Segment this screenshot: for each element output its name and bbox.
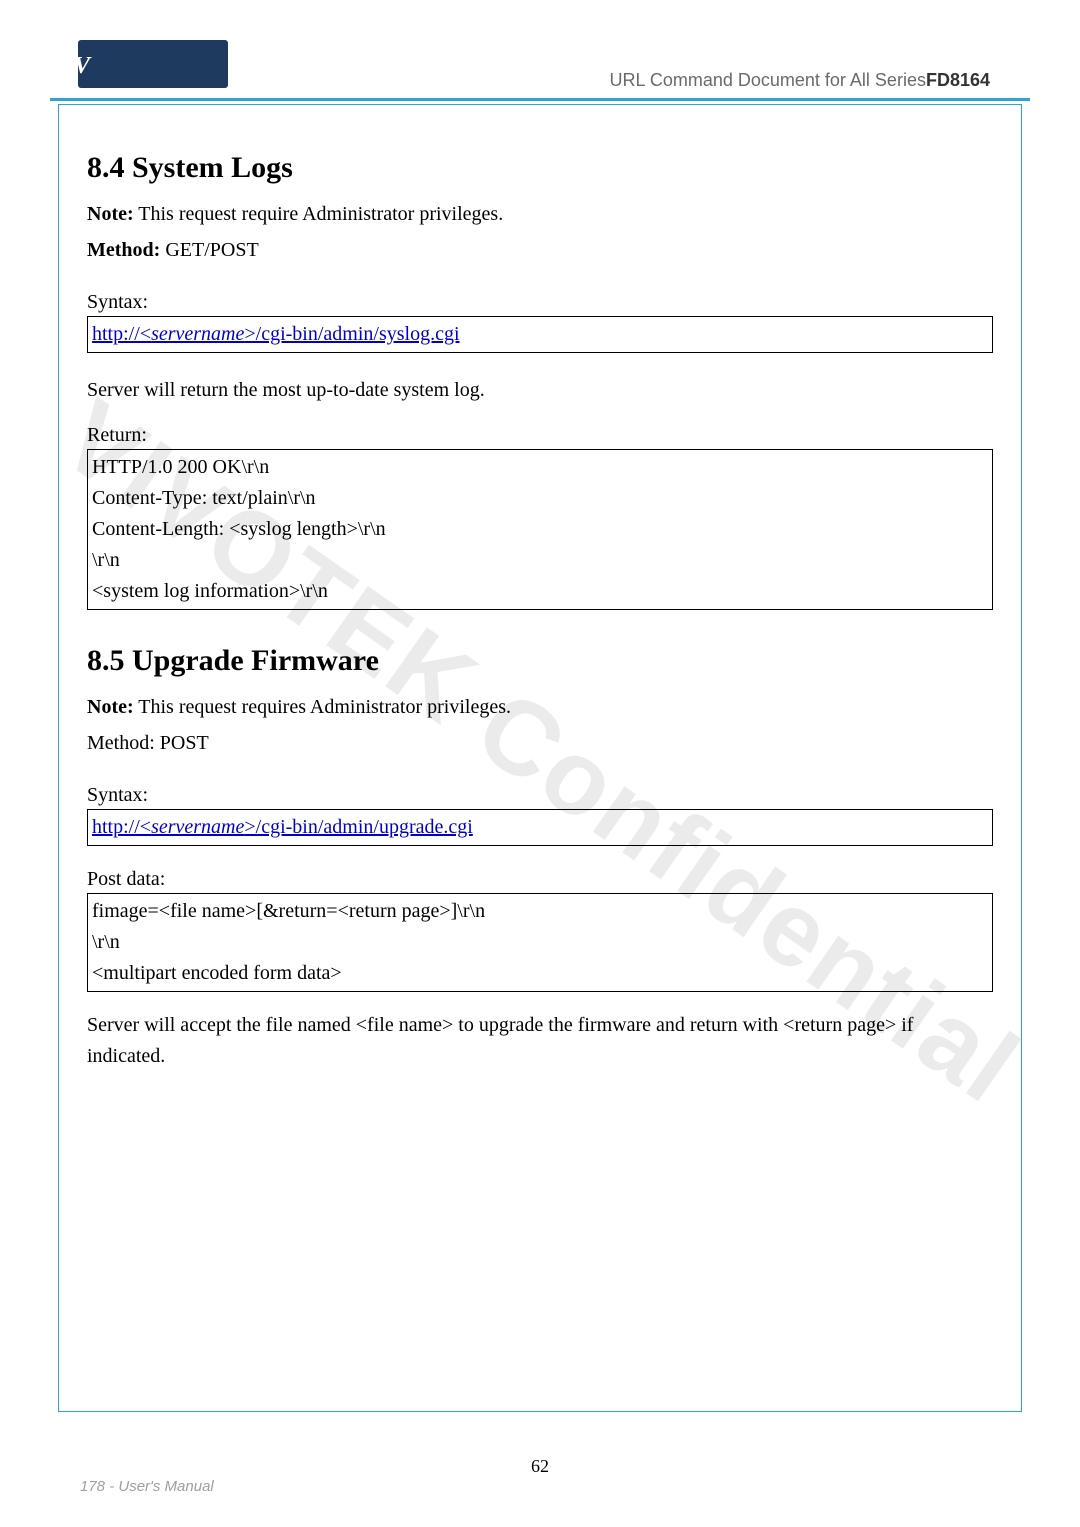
note-label: Note: — [87, 696, 134, 718]
section-heading-system-logs: 8.4 System Logs — [87, 151, 993, 185]
url-suffix: >/cgi-bin/admin/upgrade.cgi — [244, 816, 472, 838]
system-logs-method: Method: GET/POST — [87, 235, 993, 265]
footer-left: 178 - User's Manual — [80, 1478, 214, 1495]
upgrade-footer-text: Server will accept the file named <file … — [87, 1010, 993, 1072]
return-line: \r\n — [92, 545, 988, 576]
return-line: <system log information>\r\n — [92, 576, 988, 607]
header-title-prefix: URL Command Document for All Series — [610, 70, 926, 90]
return-line: Content-Type: text/plain\r\n — [92, 483, 988, 514]
url-suffix: >/cgi-bin/admin/syslog.cgi — [244, 323, 459, 345]
system-logs-return-box: HTTP/1.0 200 OK\r\n Content-Type: text/p… — [87, 449, 993, 610]
system-logs-syntax-url[interactable]: http://<servername>/cgi-bin/admin/syslog… — [92, 323, 460, 345]
upgrade-syntax-box: http://<servername>/cgi-bin/admin/upgrad… — [87, 809, 993, 846]
method-value: GET/POST — [160, 239, 258, 261]
upgrade-postdata-label: Post data: — [87, 868, 993, 891]
upgrade-syntax-url[interactable]: http://<servername>/cgi-bin/admin/upgrad… — [92, 816, 473, 838]
page-header-title: URL Command Document for All SeriesFD816… — [610, 70, 991, 91]
brand-logo — [78, 40, 228, 88]
section-heading-upgrade-firmware: 8.5 Upgrade Firmware — [87, 644, 993, 678]
brand-logo-letter: V — [74, 53, 90, 80]
return-line: HTTP/1.0 200 OK\r\n — [92, 452, 988, 483]
note-label: Note: — [87, 203, 134, 225]
post-line: <multipart encoded form data> — [92, 958, 988, 989]
header-model: FD8164 — [926, 70, 990, 90]
system-logs-note: Note: This request require Administrator… — [87, 199, 993, 229]
url-prefix: http://< — [92, 323, 151, 345]
content-frame: VIVOTEK Confidential 8.4 System Logs Not… — [58, 104, 1022, 1412]
upgrade-postdata-box: fimage=<file name>[&return=<return page>… — [87, 893, 993, 992]
system-logs-syntax-box: http://<servername>/cgi-bin/admin/syslog… — [87, 316, 993, 353]
upgrade-syntax-label: Syntax: — [87, 784, 993, 807]
system-logs-description: Server will return the most up-to-date s… — [87, 375, 993, 406]
note-text: This request requires Administrator priv… — [134, 696, 511, 718]
note-text: This request require Administrator privi… — [134, 203, 504, 225]
header-divider — [50, 98, 1030, 101]
system-logs-syntax-label: Syntax: — [87, 291, 993, 314]
return-line: Content-Length: <syslog length>\r\n — [92, 514, 988, 545]
url-server: servername — [151, 816, 244, 838]
url-server: servername — [151, 323, 244, 345]
post-line: fimage=<file name>[&return=<return page>… — [92, 896, 988, 927]
footer-page-number: 62 — [0, 1456, 1080, 1477]
upgrade-note: Note: This request requires Administrato… — [87, 692, 993, 722]
post-line: \r\n — [92, 927, 988, 958]
system-logs-return-label: Return: — [87, 424, 993, 447]
upgrade-method: Method: POST — [87, 728, 993, 758]
url-prefix: http://< — [92, 816, 151, 838]
method-label: Method: — [87, 239, 160, 261]
